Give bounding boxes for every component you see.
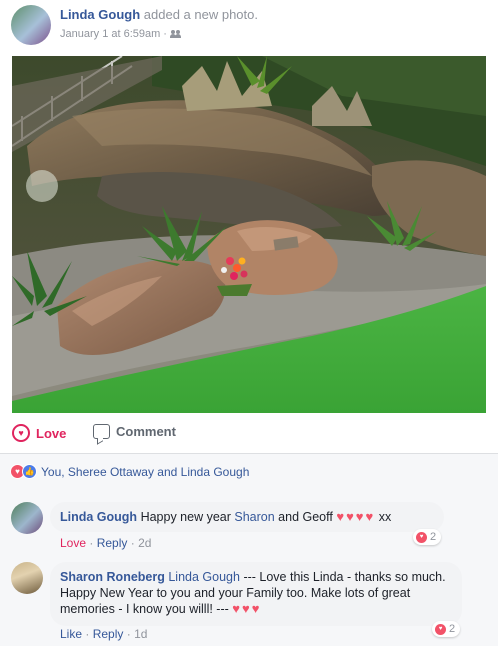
comment-button[interactable]: Comment bbox=[93, 424, 176, 439]
love-label: Love bbox=[36, 425, 67, 441]
heart-emojis: ♥♥♥ bbox=[232, 601, 262, 616]
comment-actions: Like · Reply · 1d bbox=[60, 627, 148, 641]
author-avatar[interactable] bbox=[11, 5, 51, 45]
comment-text-suffix: xx bbox=[378, 510, 392, 524]
comment-reply-link[interactable]: Reply bbox=[93, 627, 124, 641]
reaction-count-value: 2 bbox=[449, 623, 456, 635]
comment-actions: Love · Reply · 2d bbox=[60, 536, 152, 550]
post-author-line: Linda Gough added a new photo. bbox=[60, 7, 258, 22]
post-actions: ♥ Love Comment bbox=[0, 418, 498, 450]
meta-separator: · bbox=[163, 28, 167, 40]
post-action-text: added a new photo. bbox=[143, 7, 258, 22]
comment-text-part: Happy new year bbox=[140, 510, 231, 524]
friends-icon[interactable] bbox=[169, 29, 182, 39]
comment-author[interactable]: Linda Gough bbox=[60, 510, 137, 524]
garden-rock-photo bbox=[12, 56, 486, 413]
comment-icon bbox=[93, 424, 110, 439]
reaction-count-value: 2 bbox=[430, 531, 437, 543]
comment-text-part: and Geoff bbox=[278, 510, 333, 524]
commenter-avatar[interactable] bbox=[11, 562, 43, 594]
post-photo[interactable] bbox=[12, 56, 486, 413]
love-button[interactable]: ♥ Love bbox=[12, 424, 66, 442]
comment-reaction-count[interactable]: ♥ 2 bbox=[432, 621, 461, 637]
comment-mention[interactable]: Linda Gough bbox=[168, 570, 240, 584]
comment-mention[interactable]: Sharon bbox=[234, 510, 274, 524]
mini-love-icon: ♥ bbox=[435, 623, 446, 635]
comment-author[interactable]: Sharon Roneberg bbox=[60, 570, 165, 584]
post-author-link[interactable]: Linda Gough bbox=[60, 7, 140, 22]
commenter-avatar[interactable] bbox=[11, 502, 43, 534]
comment-bubble: Linda Gough Happy new year Sharon and Ge… bbox=[50, 502, 444, 532]
reactors-text: You, Sheree Ottaway and Linda Gough bbox=[41, 464, 250, 479]
comment-time[interactable]: 2d bbox=[138, 536, 151, 550]
comment-item: Linda Gough Happy new year Sharon and Ge… bbox=[0, 502, 498, 552]
comment-time[interactable]: 1d bbox=[134, 627, 147, 641]
comment-like-link[interactable]: Like bbox=[60, 627, 82, 641]
post-meta: January 1 at 6:59am · bbox=[60, 28, 182, 40]
comment-reaction-count[interactable]: ♥ 2 bbox=[413, 529, 442, 545]
like-reaction-icon: 👍 bbox=[22, 464, 37, 479]
reactions-comments-section: ♥ 👍 You, Sheree Ottaway and Linda Gough … bbox=[0, 453, 498, 646]
post-timestamp[interactable]: January 1 at 6:59am bbox=[60, 28, 160, 40]
heart-emojis: ♥♥♥♥ bbox=[336, 509, 376, 524]
reactions-summary[interactable]: ♥ 👍 You, Sheree Ottaway and Linda Gough bbox=[10, 464, 249, 479]
comment-reply-link[interactable]: Reply bbox=[97, 536, 128, 550]
comment-bubble: Sharon Roneberg Linda Gough --- Love thi… bbox=[50, 562, 462, 626]
love-icon: ♥ bbox=[12, 424, 30, 442]
post-header: Linda Gough added a new photo. January 1… bbox=[0, 0, 498, 56]
comment-item: Sharon Roneberg Linda Gough --- Love thi… bbox=[0, 562, 498, 642]
comment-love-link[interactable]: Love bbox=[60, 536, 86, 550]
comment-label: Comment bbox=[116, 424, 176, 439]
mini-love-icon: ♥ bbox=[416, 531, 427, 543]
